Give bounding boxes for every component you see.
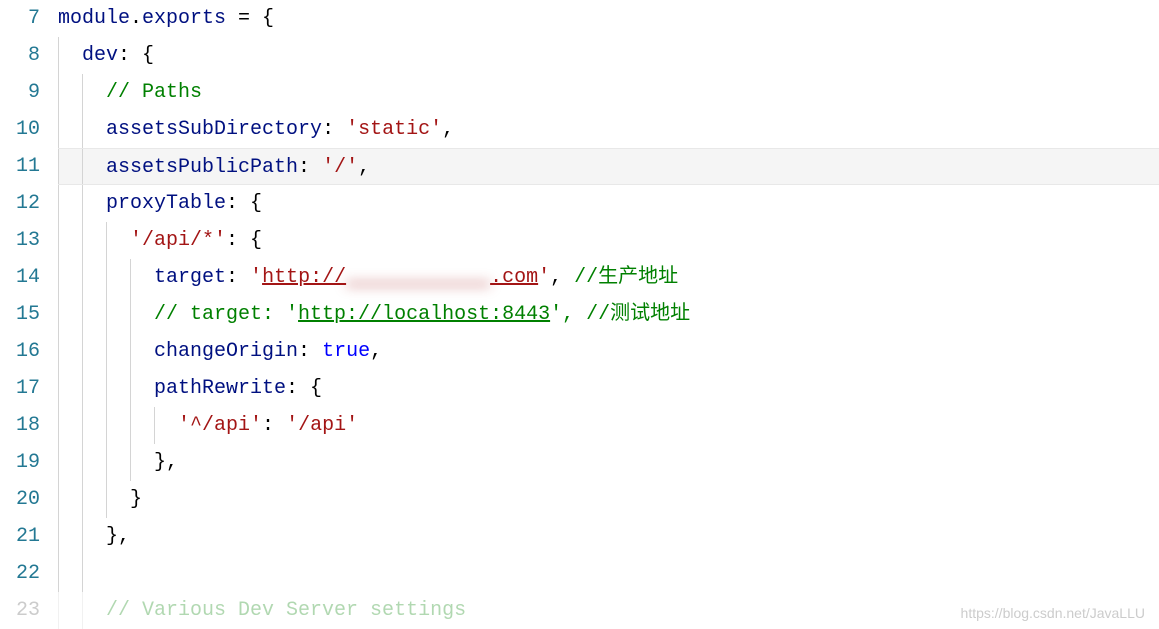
token-comment: ', //测试地址: [550, 303, 690, 326]
token: changeOrigin: [154, 340, 298, 363]
code-line[interactable]: },: [58, 444, 1159, 481]
line-number[interactable]: 22: [0, 555, 40, 592]
line-number[interactable]: 23: [0, 592, 40, 629]
token: pathRewrite: [154, 377, 286, 400]
code-line[interactable]: [58, 555, 1159, 592]
token: : {: [226, 192, 262, 215]
line-number[interactable]: 7: [0, 0, 40, 37]
code-content[interactable]: module.exports = { dev: { // Paths asset…: [58, 0, 1159, 629]
token: assetsPublicPath: [106, 156, 298, 179]
code-editor: 7 8 9 10 11 12 13 14 15 16 17 18 19 20 2…: [0, 0, 1159, 629]
line-number[interactable]: 18: [0, 407, 40, 444]
watermark: https://blog.csdn.net/JavaLLU: [961, 605, 1145, 621]
token: dev: [82, 44, 118, 67]
token-url: http://localhost:8443: [298, 303, 550, 326]
token-string: '/api': [286, 414, 358, 437]
token: = {: [226, 7, 274, 30]
line-number[interactable]: 10: [0, 111, 40, 148]
code-line[interactable]: '^/api': '/api': [58, 407, 1159, 444]
code-line[interactable]: // target: 'http://localhost:8443', //测试…: [58, 296, 1159, 333]
code-line[interactable]: },: [58, 518, 1159, 555]
token: : {: [118, 44, 154, 67]
token: : {: [286, 377, 322, 400]
token: :: [262, 414, 286, 437]
token-comment: //生产地址: [574, 266, 678, 289]
line-number[interactable]: 19: [0, 444, 40, 481]
token: }: [58, 488, 142, 511]
token-redacted: [346, 266, 490, 289]
token: assetsSubDirectory: [106, 118, 322, 141]
token-string: 'static': [346, 118, 442, 141]
code-line-active[interactable]: assetsPublicPath: '/',: [58, 148, 1159, 185]
token-string: '/api/*': [130, 229, 226, 252]
code-line[interactable]: target: 'http:// .com', //生产地址: [58, 259, 1159, 296]
token-string: '/': [322, 156, 358, 179]
token: :: [298, 156, 322, 179]
line-number[interactable]: 16: [0, 333, 40, 370]
code-line[interactable]: pathRewrite: {: [58, 370, 1159, 407]
code-line[interactable]: }: [58, 481, 1159, 518]
token: :: [298, 340, 322, 363]
code-line[interactable]: // Paths: [58, 74, 1159, 111]
token-keyword: true: [322, 340, 370, 363]
line-number[interactable]: 14: [0, 259, 40, 296]
token-comment: // Paths: [106, 81, 202, 104]
token: ,: [358, 156, 370, 179]
token: },: [58, 525, 130, 548]
token-string: '^/api': [178, 414, 262, 437]
token: ,: [370, 340, 382, 363]
code-line[interactable]: changeOrigin: true,: [58, 333, 1159, 370]
token-string: ': [538, 266, 550, 289]
token-string: ': [250, 266, 262, 289]
token: .: [130, 7, 142, 30]
token-comment: // Various Dev Server settings: [106, 599, 466, 622]
token: exports: [142, 7, 226, 30]
line-number[interactable]: 20: [0, 481, 40, 518]
token: : {: [226, 229, 262, 252]
line-number[interactable]: 11: [0, 148, 40, 185]
token: ,: [550, 266, 574, 289]
code-line[interactable]: assetsSubDirectory: 'static',: [58, 111, 1159, 148]
token: module: [58, 7, 130, 30]
code-line[interactable]: module.exports = {: [58, 0, 1159, 37]
token: [58, 229, 130, 252]
line-number[interactable]: 8: [0, 37, 40, 74]
token: [58, 414, 178, 437]
token-url: http://: [262, 266, 346, 289]
line-number[interactable]: 17: [0, 370, 40, 407]
line-number[interactable]: 13: [0, 222, 40, 259]
token-comment: // target: ': [154, 303, 298, 326]
token: proxyTable: [106, 192, 226, 215]
token: ,: [442, 118, 454, 141]
code-line[interactable]: proxyTable: {: [58, 185, 1159, 222]
line-number[interactable]: 21: [0, 518, 40, 555]
token: target: [154, 266, 226, 289]
token: [58, 44, 82, 67]
token: },: [58, 451, 178, 474]
token-url: .com: [490, 266, 538, 289]
code-line[interactable]: '/api/*': {: [58, 222, 1159, 259]
line-number[interactable]: 15: [0, 296, 40, 333]
line-number[interactable]: 9: [0, 74, 40, 111]
line-gutter: 7 8 9 10 11 12 13 14 15 16 17 18 19 20 2…: [0, 0, 58, 629]
line-number[interactable]: 12: [0, 185, 40, 222]
token: :: [322, 118, 346, 141]
code-line[interactable]: dev: {: [58, 37, 1159, 74]
token: :: [226, 266, 250, 289]
